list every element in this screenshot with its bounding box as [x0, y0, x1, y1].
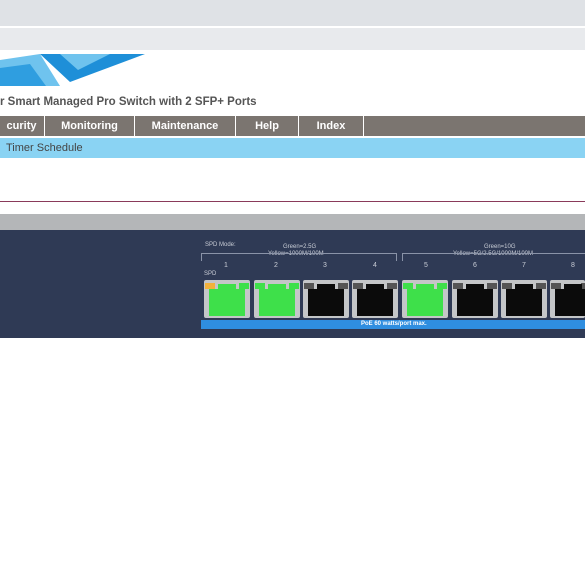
legend-left-line1: Green=2.5G — [283, 244, 317, 250]
submenu-item-timer-schedule[interactable]: Timer Schedule — [6, 138, 83, 158]
port-number-4: 4 — [373, 262, 377, 269]
ethernet-port-5[interactable] — [402, 280, 448, 318]
brand-banner-graphic — [0, 54, 145, 86]
rj45-jack-icon — [308, 284, 344, 316]
rj45-jack-icon — [259, 284, 295, 316]
ethernet-port-1[interactable] — [204, 280, 250, 318]
port-number-2: 2 — [274, 262, 278, 269]
ethernet-port-6[interactable] — [452, 280, 498, 318]
ethernet-port-4[interactable] — [352, 280, 398, 318]
legend-bracket-ports-1-4 — [201, 253, 397, 261]
spd-label: SPD — [204, 271, 217, 277]
product-title: r Smart Managed Pro Switch with 2 SFP+ P… — [0, 96, 257, 108]
port-number-1: 1 — [224, 262, 228, 269]
submenu-bar: Timer Schedule — [0, 138, 585, 158]
ethernet-port-7[interactable] — [501, 280, 547, 318]
menu-item-help[interactable]: Help — [235, 116, 298, 136]
poe-bar: PoE 60 watts/port max. — [201, 320, 585, 329]
port-number-8: 8 — [571, 262, 575, 269]
main-menu-bar: curity Monitoring Maintenance Help Index — [0, 116, 585, 136]
content-divider — [0, 201, 585, 202]
port-number-7: 7 — [522, 262, 526, 269]
rj45-jack-icon — [357, 284, 393, 316]
browser-address-bar — [0, 28, 585, 50]
poe-label: PoE 60 watts/port max. — [361, 321, 427, 327]
rj45-jack-icon — [457, 284, 493, 316]
rj45-jack-icon — [555, 284, 585, 316]
switch-panel-top-border — [0, 214, 585, 230]
ethernet-port-2[interactable] — [254, 280, 300, 318]
menu-bar-filler — [363, 116, 585, 136]
menu-item-maintenance[interactable]: Maintenance — [134, 116, 235, 136]
ethernet-port-3[interactable] — [303, 280, 349, 318]
ethernet-port-8[interactable] — [550, 280, 585, 318]
rj45-jack-icon — [209, 284, 245, 316]
browser-top-bar — [0, 0, 585, 26]
port-number-5: 5 — [424, 262, 428, 269]
spd-mode-label: SPD Mode: — [205, 242, 236, 248]
menu-item-index[interactable]: Index — [298, 116, 363, 136]
port-number-3: 3 — [323, 262, 327, 269]
port-number-6: 6 — [473, 262, 477, 269]
rj45-jack-icon — [506, 284, 542, 316]
menu-item-security[interactable]: curity — [0, 116, 44, 136]
menu-item-monitoring[interactable]: Monitoring — [44, 116, 134, 136]
legend-bracket-ports-5-8 — [402, 253, 585, 261]
legend-right-line1: Green=10G — [484, 244, 516, 250]
rj45-jack-icon — [407, 284, 443, 316]
